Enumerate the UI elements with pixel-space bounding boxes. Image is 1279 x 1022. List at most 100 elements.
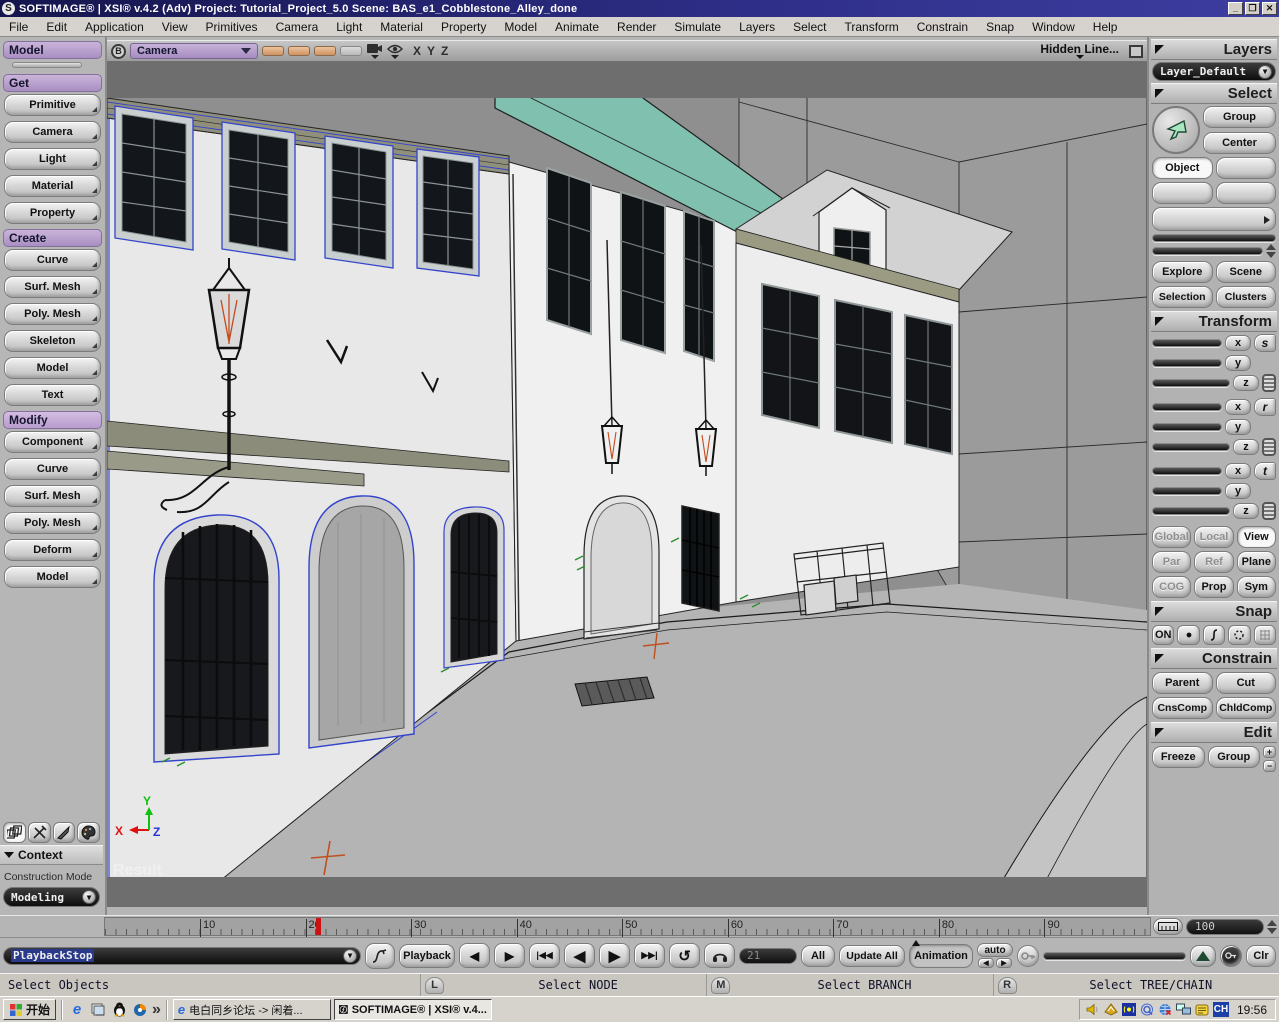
modify-curve-button[interactable]: Curve <box>4 458 101 480</box>
all-button[interactable]: All <box>801 945 835 967</box>
quicklaunch-desktop-button[interactable] <box>89 1001 107 1019</box>
create-section-header[interactable]: Create <box>3 229 102 247</box>
par-mode-button[interactable]: Par <box>1152 551 1191 573</box>
menu-file[interactable]: File <box>0 19 37 35</box>
menu-edit[interactable]: Edit <box>37 19 76 35</box>
autokey-button[interactable]: auto <box>977 943 1013 957</box>
clusters-button[interactable]: Clusters <box>1216 286 1277 308</box>
menu-light[interactable]: Light <box>327 19 371 35</box>
prev-key-button[interactable]: ◀ <box>978 958 994 968</box>
create-text-button[interactable]: Text <box>4 384 101 406</box>
menu-snap[interactable]: Snap <box>977 19 1023 35</box>
menu-transform[interactable]: Transform <box>835 19 907 35</box>
scene-button[interactable]: Scene <box>1216 261 1277 283</box>
view-mode-button[interactable]: View <box>1237 526 1276 548</box>
scale-y-slider[interactable] <box>1152 359 1222 367</box>
select-empty-button[interactable] <box>1152 182 1213 204</box>
select-center-button[interactable]: Center <box>1203 132 1276 154</box>
create-surf-mesh-button[interactable]: Surf. Mesh <box>4 276 101 298</box>
rotate-y-slider[interactable] <box>1152 423 1222 431</box>
context-header[interactable]: Context <box>0 845 103 865</box>
scale-x-slider[interactable] <box>1152 339 1222 347</box>
scale-z-slider[interactable] <box>1152 379 1230 387</box>
rotate-mode-button[interactable]: r <box>1254 398 1276 416</box>
edit-section-header[interactable]: Edit <box>1151 722 1277 743</box>
menu-simulate[interactable]: Simulate <box>665 19 730 35</box>
task-browser-button[interactable]: e 电白同乡论坛 -> 闲着... <box>173 999 331 1020</box>
menu-model[interactable]: Model <box>495 19 546 35</box>
quicklaunch-qq-button[interactable] <box>110 1001 128 1019</box>
cog-button[interactable]: COG <box>1152 576 1191 598</box>
rotate-z-slider[interactable] <box>1152 443 1230 451</box>
volume-icon[interactable] <box>1086 1003 1100 1016</box>
next-key-button[interactable]: ▶ <box>996 958 1012 968</box>
quicklaunch-overflow[interactable]: » <box>152 1001 161 1019</box>
play-forward-button[interactable]: ▶ <box>599 943 630 968</box>
rotate-x-button[interactable]: x <box>1225 399 1251 415</box>
display-tray-icon[interactable] <box>1104 1003 1118 1016</box>
signal-tray-icon[interactable] <box>1122 1003 1136 1016</box>
timeline-spinners[interactable] <box>1267 920 1277 934</box>
keyframe-up-button[interactable] <box>1190 945 1216 967</box>
create-poly-mesh-button[interactable]: Poly. Mesh <box>4 303 101 325</box>
modify-model-button[interactable]: Model <box>4 566 101 588</box>
selection-button[interactable]: Selection <box>1152 286 1213 308</box>
layer-select[interactable]: Layer_Default ▼ <box>1152 62 1276 81</box>
quicktime-tray-icon[interactable] <box>1140 1003 1154 1016</box>
cut-tool-button[interactable] <box>28 822 51 843</box>
get-property-button[interactable]: Property <box>4 202 101 224</box>
display-mode-select[interactable]: Hidden Line... <box>1040 43 1119 59</box>
start-button[interactable]: 开始 <box>3 999 56 1020</box>
key-button-disabled[interactable] <box>1017 945 1039 967</box>
playhead[interactable] <box>316 918 321 935</box>
viewport-resize-button[interactable] <box>1129 45 1143 58</box>
snap-on-button[interactable]: ON <box>1152 625 1174 645</box>
menu-layers[interactable]: Layers <box>730 19 784 35</box>
translate-z-button[interactable]: z <box>1233 503 1259 519</box>
select-section-header[interactable]: Select <box>1151 83 1277 104</box>
snap-curve-button[interactable] <box>1203 625 1225 645</box>
network-error-tray-icon[interactable] <box>1158 1003 1172 1016</box>
selection-filter-button[interactable] <box>1152 207 1276 231</box>
quicklaunch-mediaplayer-button[interactable] <box>131 1001 149 1019</box>
camera-settings-control[interactable] <box>366 43 383 59</box>
constrain-chldcomp-button[interactable]: ChldComp <box>1216 697 1277 719</box>
ime-tray-icon[interactable] <box>1195 1003 1209 1016</box>
axis-link-icon[interactable] <box>1262 374 1276 392</box>
go-to-end-button[interactable]: ▶▶| <box>634 943 665 968</box>
paint-tool-button[interactable] <box>77 822 100 843</box>
edit-minus-button[interactable]: − <box>1263 760 1276 772</box>
selection-slider[interactable] <box>1152 247 1263 255</box>
get-section-header[interactable]: Get <box>3 74 102 92</box>
memo-cam-button-1[interactable] <box>262 46 284 56</box>
translate-mode-button[interactable]: t <box>1254 462 1276 480</box>
panel-grip[interactable] <box>12 62 82 68</box>
explore-button[interactable]: Explore <box>1152 261 1213 283</box>
constrain-parent-button[interactable]: Parent <box>1152 672 1213 694</box>
modify-poly-mesh-button[interactable]: Poly. Mesh <box>4 512 101 534</box>
create-skeleton-button[interactable]: Skeleton <box>4 330 101 352</box>
input-language-indicator[interactable]: CH <box>1213 1002 1229 1017</box>
menu-camera[interactable]: Camera <box>267 19 328 35</box>
layers-section-header[interactable]: Layers <box>1151 39 1277 60</box>
axis-link-icon[interactable] <box>1262 502 1276 520</box>
plane-mode-button[interactable]: Plane <box>1237 551 1276 573</box>
get-primitive-button[interactable]: Primitive <box>4 94 101 116</box>
scale-mode-button[interactable]: s <box>1254 334 1276 352</box>
snap-grid-button[interactable] <box>1254 625 1276 645</box>
memo-cam-button-2[interactable] <box>288 46 310 56</box>
prop-button[interactable]: Prop <box>1194 576 1233 598</box>
global-mode-button[interactable]: Global <box>1152 526 1191 548</box>
select-empty-button[interactable] <box>1216 157 1277 179</box>
snap-section-header[interactable]: Snap <box>1151 601 1277 622</box>
menu-view[interactable]: View <box>153 19 197 35</box>
transform-section-header[interactable]: Transform <box>1151 311 1277 332</box>
close-button[interactable]: ✕ <box>1262 2 1277 15</box>
axis-y-toggle[interactable]: Y <box>427 44 441 58</box>
constrain-section-header[interactable]: Constrain <box>1151 648 1277 669</box>
update-all-button[interactable]: Update All <box>839 945 905 967</box>
animation-menu-button[interactable]: Animation <box>909 944 973 968</box>
snap-point-button[interactable] <box>1177 625 1199 645</box>
menu-application[interactable]: Application <box>76 19 153 35</box>
constrain-cnscomp-button[interactable]: CnsComp <box>1152 697 1213 719</box>
